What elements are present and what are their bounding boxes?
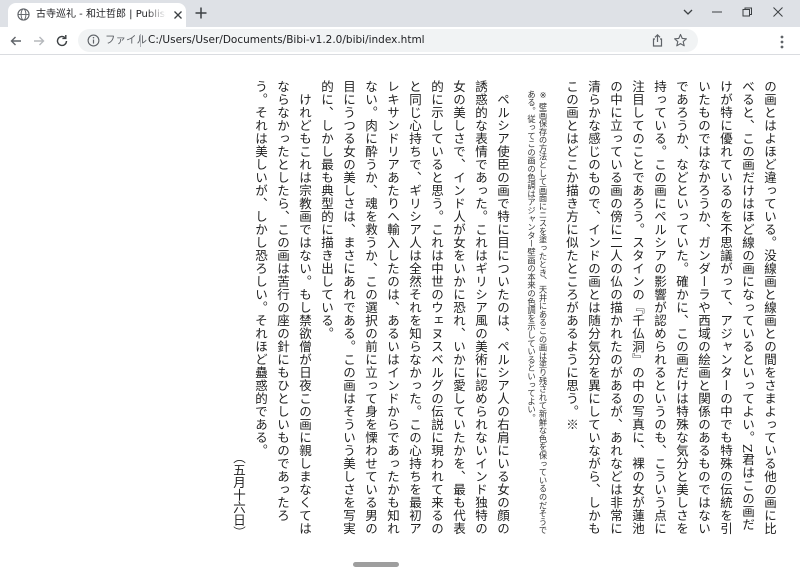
paragraph-3: けれどもこれは宗教画ではない。もし禁欲僧が日夜この画に親しまなくてはならなかった… — [253, 80, 312, 535]
restore-button[interactable] — [735, 2, 759, 22]
omnibox-divider — [140, 34, 141, 47]
tab-strip: 古寺巡礼 - 和辻哲郎 | Published with Bibi — [0, 0, 800, 27]
restore-icon — [742, 7, 752, 17]
forward-button[interactable] — [29, 31, 49, 51]
close-icon — [773, 7, 783, 17]
close-window-button[interactable] — [766, 2, 790, 22]
vertical-text-page: の画とはよほど違っている。没線画と線画との間をさまよっている他の画に比べると、こ… — [230, 80, 780, 540]
date-line: （五月十六日） — [231, 450, 246, 539]
browser-toolbar: ファイル C:/Users/User/Documents/Bibi-v1.2.0… — [0, 27, 800, 55]
url-text[interactable]: C:/Users/User/Documents/Bibi-v1.2.0/bibi… — [148, 33, 425, 48]
browser-tab[interactable]: 古寺巡礼 - 和辻哲郎 | Published with Bibi — [8, 3, 186, 27]
tab-title: 古寺巡礼 - 和辻哲郎 | Published with Bibi — [36, 9, 166, 20]
arrow-right-icon — [34, 36, 45, 46]
close-icon[interactable] — [171, 8, 185, 22]
share-icon[interactable] — [650, 33, 665, 48]
kebab-menu-icon — [780, 35, 784, 49]
minimize-button[interactable] — [705, 2, 729, 22]
paragraph-1: の画とはよほど違っている。没線画と線画との間をさまよっている他の画に比べると、こ… — [564, 80, 777, 535]
book-viewport[interactable]: の画とはよほど違っている。没線画と線画との間をさまよっている他の画に比べると、こ… — [0, 56, 800, 570]
minimize-icon — [712, 11, 722, 13]
address-bar[interactable]: ファイル C:/Users/User/Documents/Bibi-v1.2.0… — [78, 29, 698, 52]
tab-search-button[interactable] — [676, 2, 700, 22]
back-button[interactable] — [6, 31, 26, 51]
footnote: ※ 壁画保存の方法として画面にニスを塗ったとき、天井にあるこの画は塗り残されて新… — [526, 90, 549, 535]
chevron-down-icon — [683, 9, 693, 15]
arrow-left-icon — [10, 36, 21, 46]
info-icon[interactable] — [87, 34, 100, 47]
page-scroll-handle[interactable] — [353, 562, 399, 567]
reload-button[interactable] — [52, 31, 72, 51]
new-tab-plus-icon[interactable] — [193, 5, 209, 21]
paragraph-2: ペルシア使臣の画で特に目についたのは、ペルシア人の右肩にいる女の顔の誘惑的な表情… — [319, 80, 510, 535]
reload-icon — [56, 35, 68, 47]
star-icon[interactable] — [673, 33, 688, 48]
globe-icon — [17, 8, 30, 21]
